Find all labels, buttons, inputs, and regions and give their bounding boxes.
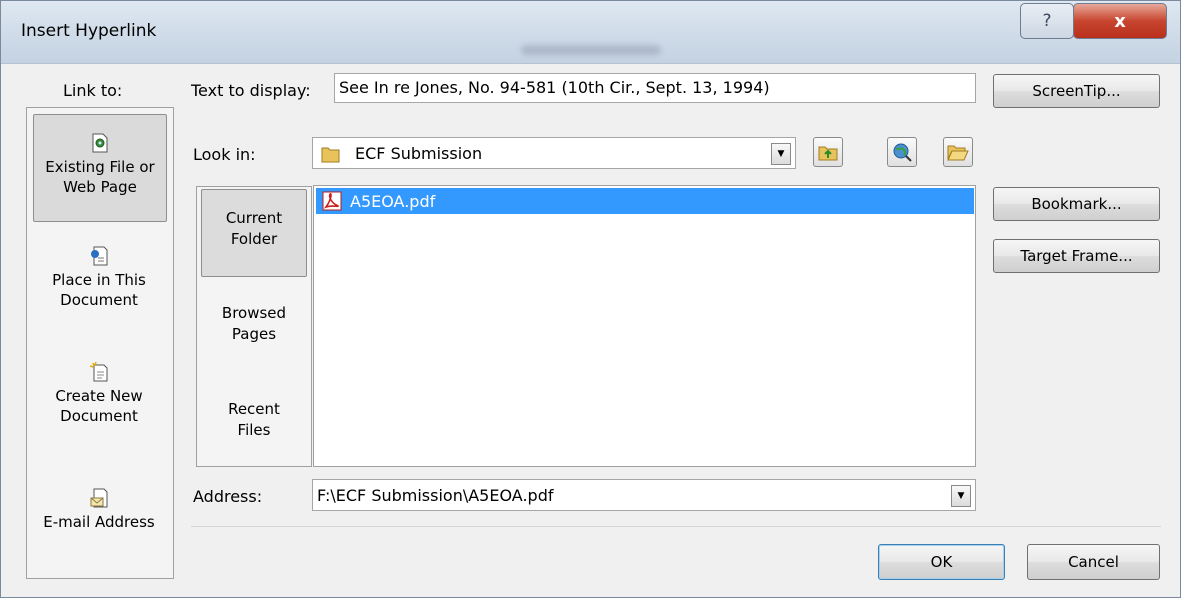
dialog-title: Insert Hyperlink [21,21,157,41]
pdf-file-icon [322,191,342,211]
link-existing-line1: Existing File or [45,158,155,176]
file-row[interactable]: A5EOA.pdf [316,188,974,214]
file-name: A5EOA.pdf [350,191,436,211]
title-bar[interactable]: Insert Hyperlink ? x [1,1,1180,64]
folder-up-icon [818,146,838,161]
look-in-dropdown[interactable]: ECF Submission ▼ [312,137,796,169]
insert-hyperlink-dialog: Insert Hyperlink ? x Link to: Existing F… [0,0,1181,598]
browse-file-button[interactable] [943,137,973,167]
text-to-display-label: Text to display: [191,81,311,100]
address-value: F:\ECF Submission\A5EOA.pdf [317,486,554,505]
folder-icon [321,147,340,163]
link-create-new-document[interactable]: Create New Document [33,362,165,426]
link-create-line1: Create New [55,387,143,405]
help-icon: ? [1042,11,1052,31]
link-existing-file[interactable]: Existing File or Web Page [33,114,167,222]
link-email-line1: E-mail Address [43,513,155,531]
link-existing-line2: Web Page [63,178,137,196]
link-email-address[interactable]: E-mail Address [33,488,165,532]
separator [191,526,1161,527]
chevron-down-icon[interactable]: ▼ [771,143,791,165]
help-button[interactable]: ? [1020,3,1074,39]
places-bar: Current Folder Browsed Pages Recent File… [196,186,312,467]
target-frame-button[interactable]: Target Frame... [993,239,1160,273]
place-current-line1: Current [225,209,283,227]
place-current-line2: Folder [230,230,278,248]
place-recent-line1: Recent [228,400,280,418]
cancel-button[interactable]: Cancel [1027,544,1160,580]
up-one-folder-button[interactable] [813,137,843,167]
open-folder-icon [947,145,969,161]
email-icon [90,488,108,508]
browse-web-button[interactable] [887,137,917,167]
bookmark-button[interactable]: Bookmark... [993,187,1160,221]
address-label: Address: [193,487,263,506]
document-place-icon [91,246,108,266]
address-combo[interactable]: F:\ECF Submission\A5EOA.pdf ▼ [312,479,976,511]
web-page-icon [92,133,108,153]
chevron-down-icon[interactable]: ▼ [951,485,971,507]
file-list[interactable]: A5EOA.pdf [313,185,976,467]
place-browsed-line1: Browsed [221,304,287,322]
link-create-line2: Document [60,407,138,425]
text-to-display-input[interactable]: See In re Jones, No. 94-581 (10th Cir., … [334,73,976,103]
close-button[interactable]: x [1073,3,1167,39]
link-place-line1: Place in This [52,271,146,289]
place-browsed-line2: Pages [231,325,277,343]
place-browsed-pages[interactable]: Browsed Pages [201,303,307,345]
close-icon: x [1114,10,1126,32]
title-blur [521,45,661,55]
place-recent-files[interactable]: Recent Files [201,399,307,441]
screentip-button[interactable]: ScreenTip... [993,74,1160,108]
link-place-line2: Document [60,291,138,309]
look-in-value: ECF Submission [355,144,483,163]
browse-web-icon [893,143,912,162]
link-to-panel: Existing File or Web Page Place in This … [26,107,174,579]
look-in-label: Look in: [193,145,256,164]
link-to-label: Link to: [63,81,123,100]
place-recent-line2: Files [237,421,271,439]
link-place-in-document[interactable]: Place in This Document [33,246,165,310]
ok-button[interactable]: OK [878,544,1005,580]
new-document-icon [90,362,108,382]
place-current-folder[interactable]: Current Folder [201,189,307,277]
